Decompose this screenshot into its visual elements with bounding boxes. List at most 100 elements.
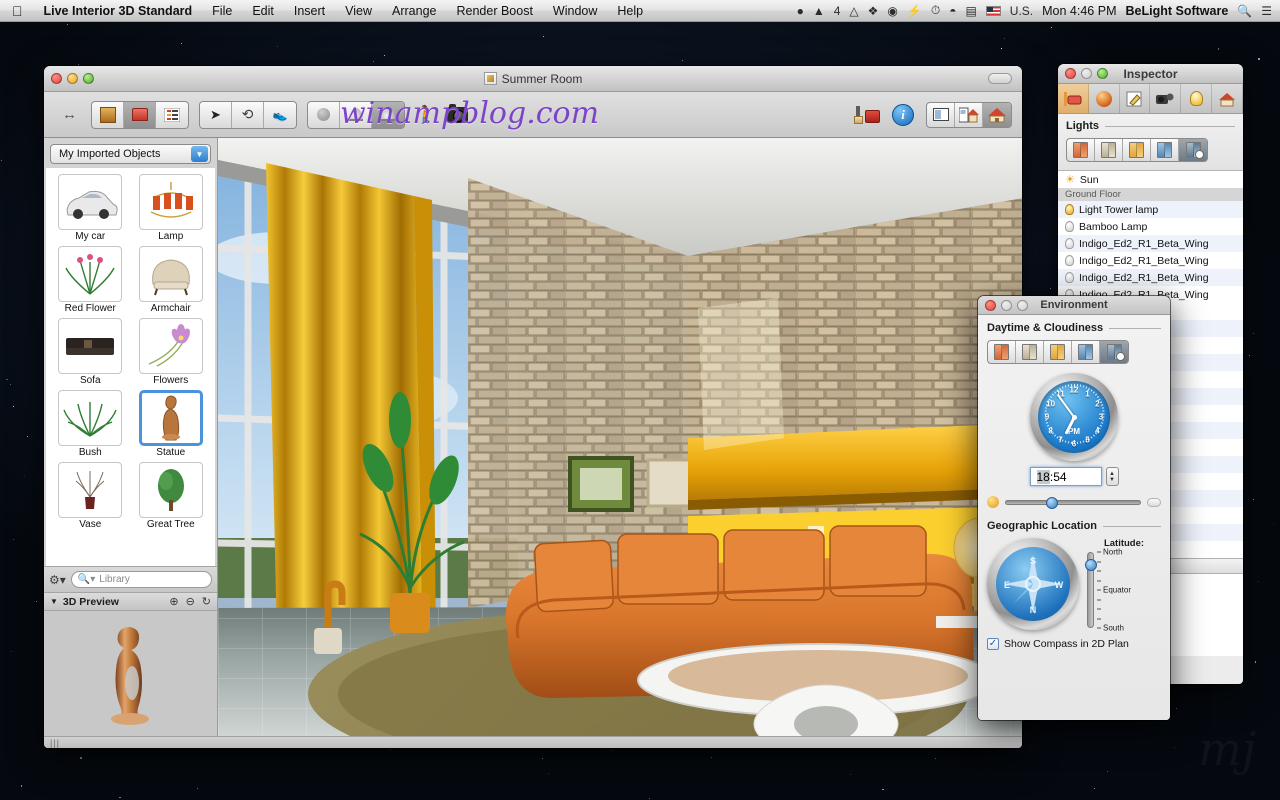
time-input[interactable]: 18:54	[1030, 467, 1102, 486]
environment-titlebar[interactable]: Environment	[978, 296, 1170, 315]
preview-3d-canvas[interactable]	[44, 611, 217, 736]
menu-item-help[interactable]: Help	[607, 4, 653, 18]
plan-house-view-button[interactable]	[955, 103, 983, 127]
disclosure-triangle-icon[interactable]: ▼	[50, 597, 58, 606]
menu-item-file[interactable]: File	[202, 4, 242, 18]
light-preset-preset-amber[interactable]	[1123, 139, 1151, 161]
zoom-out-icon[interactable]: ⊖	[186, 595, 195, 608]
lights-list-item[interactable]: Indigo_Ed2_R1_Beta_Wing	[1058, 269, 1243, 286]
cloud-preset-overcast-cool[interactable]	[1072, 341, 1100, 363]
library-item-red-flower[interactable]: Red Flower	[53, 246, 128, 314]
latitude-slider[interactable]	[1087, 552, 1094, 628]
library-item-great-tree[interactable]: Great Tree	[134, 462, 209, 530]
object-tab[interactable]	[1058, 84, 1089, 113]
forklift-icon[interactable]	[854, 105, 880, 125]
flag-icon[interactable]	[986, 6, 1001, 16]
compass-widget[interactable]: S N E W	[987, 538, 1079, 630]
gear-icon[interactable]: ⚙▾	[49, 573, 66, 587]
environment-close-button[interactable]	[985, 300, 996, 311]
inspector-titlebar[interactable]: Inspector	[1058, 64, 1243, 84]
info-icon[interactable]: i	[892, 104, 914, 126]
bulb-off-icon[interactable]	[1065, 272, 1074, 283]
menu-item-render-boost[interactable]: Render Boost	[446, 4, 542, 18]
app-titlebar[interactable]: Summer Room	[44, 66, 1022, 92]
cloudiness-knob[interactable]	[1046, 497, 1058, 509]
collection-popup[interactable]: My Imported Objects ▼	[50, 144, 211, 164]
adobe-icon[interactable]: ▲	[813, 4, 825, 18]
split-view-button[interactable]	[927, 103, 955, 127]
lights-list-item[interactable]: Light Tower lamp	[1058, 201, 1243, 218]
edit-tab[interactable]	[1120, 84, 1151, 113]
menu-item-edit[interactable]: Edit	[242, 4, 284, 18]
lights-list-item[interactable]: Indigo_Ed2_R1_Beta_Wing	[1058, 235, 1243, 252]
time-stepper[interactable]: ▲ ▼	[1106, 467, 1119, 486]
flat-render-button[interactable]	[308, 102, 340, 128]
resize-arrows-icon[interactable]: ↔	[54, 106, 81, 123]
battery-icon[interactable]: ▤	[965, 4, 976, 18]
library-item-bush[interactable]: Bush	[53, 390, 128, 458]
lights-list-item[interactable]: Bamboo Lamp	[1058, 218, 1243, 235]
resize-grip-icon[interactable]: |||	[50, 738, 60, 748]
library-item-vase[interactable]: Vase	[53, 462, 128, 530]
list-view-button[interactable]	[156, 102, 188, 128]
library-item-statue[interactable]: Statue	[134, 390, 209, 458]
furniture-view-button[interactable]	[124, 102, 156, 128]
material-tab[interactable]	[1089, 84, 1120, 113]
show-compass-checkbox[interactable]: ✓	[987, 638, 999, 650]
google-drive-icon[interactable]: △	[849, 4, 858, 18]
cloud-preset-clear-warm[interactable]	[988, 341, 1016, 363]
bulb-on-icon[interactable]	[1065, 204, 1074, 215]
bulb-off-icon[interactable]	[1065, 255, 1074, 266]
timemachine-icon[interactable]: ⏱	[931, 3, 940, 18]
lights-list-item[interactable]: ☀ Sun	[1058, 171, 1243, 188]
stepper-down-icon[interactable]: ▼	[1109, 477, 1115, 483]
bulb-off-icon[interactable]	[1065, 238, 1074, 249]
rotate-tool-button[interactable]: ⟲	[232, 102, 264, 128]
inspector-zoom-button[interactable]	[1097, 68, 1108, 79]
environment-minimize-button[interactable]	[1001, 300, 1012, 311]
list-icon[interactable]: ☰	[1261, 4, 1272, 18]
search-input[interactable]: 🔍▾ Library	[71, 571, 212, 588]
library-item-my-car[interactable]: My car	[53, 174, 128, 242]
menu-item-insert[interactable]: Insert	[284, 4, 335, 18]
building-view-button[interactable]	[92, 102, 124, 128]
menu-clock[interactable]: Mon 4:46 PM	[1042, 4, 1116, 18]
viewport-3d[interactable]	[218, 138, 1022, 736]
apple-icon[interactable]: 	[0, 4, 34, 18]
show-compass-checkbox-row[interactable]: ✓ Show Compass in 2D Plan	[987, 638, 1161, 650]
library-item-sofa[interactable]: Sofa	[53, 318, 128, 386]
reset-rotation-icon[interactable]: ↻	[202, 595, 211, 608]
select-tool-button[interactable]: ➤	[200, 102, 232, 128]
library-item-armchair[interactable]: Armchair	[134, 246, 209, 314]
time-hour-part[interactable]: 18	[1037, 470, 1050, 484]
camera-tab[interactable]	[1150, 84, 1181, 113]
search-icon[interactable]: 🔍	[1237, 4, 1252, 18]
menu-item-view[interactable]: View	[335, 4, 382, 18]
flash-icon[interactable]: ⚡	[907, 4, 922, 18]
input-source-label[interactable]: U.S.	[1010, 4, 1033, 18]
environment-zoom-button[interactable]	[1017, 300, 1028, 311]
house-3d-view-button[interactable]	[983, 103, 1011, 127]
leaf-icon[interactable]: ◉	[887, 4, 897, 18]
light-preset-preset-neutral[interactable]	[1095, 139, 1123, 161]
menu-user-name[interactable]: BeLight Software	[1125, 4, 1228, 18]
cloud-preset-time-based[interactable]	[1100, 341, 1128, 363]
dropbox-icon[interactable]: ●	[797, 4, 804, 18]
analog-clock[interactable]: PM 121234567891011	[1030, 373, 1118, 461]
measure-tool-button[interactable]: 👟	[264, 102, 296, 128]
latitude-knob[interactable]	[1085, 559, 1097, 571]
evernote-icon[interactable]: ❖	[868, 4, 879, 18]
cloud-preset-clear-neutral[interactable]	[1016, 341, 1044, 363]
menu-item-arrange[interactable]: Arrange	[382, 4, 446, 18]
light-preset-preset-time[interactable]	[1179, 139, 1207, 161]
preview-header[interactable]: ▼ 3D Preview ⊕ ⊖ ↻	[44, 592, 217, 611]
library-item-flowers[interactable]: Flowers	[134, 318, 209, 386]
lights-list-item[interactable]: Indigo_Ed2_R1_Beta_Wing	[1058, 252, 1243, 269]
wifi-icon[interactable]: ◓	[949, 4, 956, 18]
menu-item-window[interactable]: Window	[543, 4, 607, 18]
site-tab[interactable]	[1212, 84, 1243, 113]
toolbar-toggle-button[interactable]	[988, 73, 1012, 84]
cloud-preset-hazy-amber[interactable]	[1044, 341, 1072, 363]
menu-app-title[interactable]: Live Interior 3D Standard	[34, 4, 203, 18]
inspector-close-button[interactable]	[1065, 68, 1076, 79]
